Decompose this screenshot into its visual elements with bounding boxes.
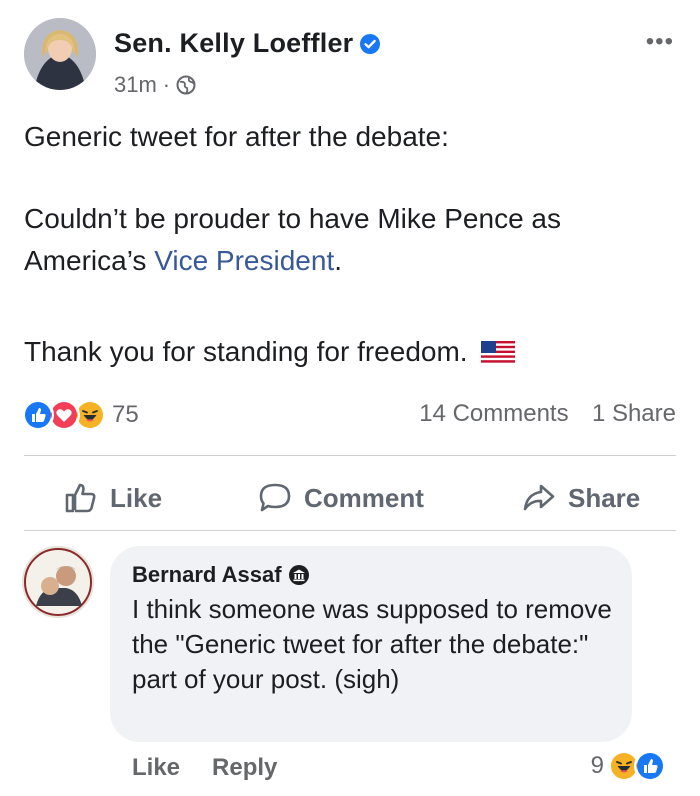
post-author-name[interactable]: Sen. Kelly Loeffler bbox=[114, 28, 353, 59]
commenter-avatar[interactable] bbox=[22, 546, 94, 618]
verified-badge-icon bbox=[360, 33, 381, 54]
like-button[interactable]: Like bbox=[64, 478, 162, 518]
comment-button-label: Comment bbox=[304, 482, 424, 513]
share-button[interactable]: Share bbox=[522, 478, 640, 518]
post-text-prefix: America’s bbox=[24, 245, 155, 276]
comments-count[interactable]: 14 Comments bbox=[419, 400, 568, 427]
more-options-icon[interactable]: ••• bbox=[646, 28, 674, 56]
comment-bubble-icon bbox=[259, 483, 291, 512]
post-timestamp[interactable]: 31m bbox=[114, 72, 157, 98]
post-text-line-1: Generic tweet for after the debate: bbox=[24, 121, 449, 152]
thumbs-up-icon bbox=[65, 483, 96, 513]
post-author[interactable]: Sen. Kelly Loeffler bbox=[114, 28, 381, 59]
meta-separator: · bbox=[162, 72, 171, 97]
post-text-suffix: . bbox=[334, 245, 342, 276]
like-reaction-icon bbox=[22, 399, 54, 431]
post-meta: 31m · bbox=[114, 72, 196, 98]
share-arrow-icon bbox=[523, 484, 555, 511]
divider-top bbox=[24, 455, 676, 456]
post-text-line-2b: America’s Vice President. bbox=[24, 240, 676, 282]
reaction-count[interactable]: 75 bbox=[112, 401, 139, 429]
comment-actions: Like Reply bbox=[132, 754, 277, 782]
vice-president-link[interactable]: Vice President bbox=[154, 245, 334, 276]
comment-author[interactable]: Bernard Assaf bbox=[132, 562, 310, 588]
comment-reply-link[interactable]: Reply bbox=[212, 754, 277, 782]
author-avatar[interactable] bbox=[24, 18, 96, 90]
us-flag-emoji bbox=[481, 341, 516, 363]
reactions-summary[interactable]: 75 bbox=[22, 397, 139, 433]
comment-reaction-count: 9 bbox=[590, 752, 604, 779]
post-text-line-2a: Couldn’t be prouder to have Mike Pence a… bbox=[24, 203, 561, 234]
shares-count[interactable]: 1 Share bbox=[592, 400, 676, 427]
like-button-label: Like bbox=[110, 482, 163, 513]
engagement-counts: 14 Comments 1 Share bbox=[419, 400, 676, 428]
comment-button[interactable]: Comment bbox=[258, 478, 424, 518]
comment-text: I think someone was supposed to remove t… bbox=[132, 594, 612, 694]
comment-reactions[interactable]: 9 bbox=[590, 750, 666, 782]
divider-bottom bbox=[24, 530, 676, 531]
post-text-freedom: Thank you for standing for freedom. bbox=[24, 336, 468, 367]
top-fan-badge-icon bbox=[288, 565, 309, 585]
comment-author-name[interactable]: Bernard Assaf bbox=[132, 562, 282, 588]
share-button-label: Share bbox=[568, 482, 641, 513]
comment-like-link[interactable]: Like bbox=[132, 754, 180, 782]
like-reaction-icon bbox=[634, 750, 666, 782]
post-text-line-3: Thank you for standing for freedom. bbox=[24, 331, 676, 373]
globe-icon[interactable] bbox=[176, 75, 196, 95]
